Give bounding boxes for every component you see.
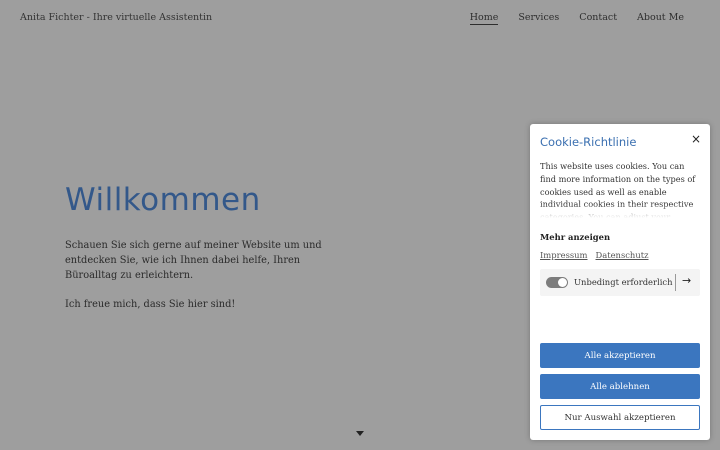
nav-services[interactable]: Services bbox=[518, 12, 559, 25]
toggle-knob bbox=[558, 278, 567, 287]
arrow-right-icon[interactable]: → bbox=[682, 274, 691, 287]
hero-welcome-text: Ich freue mich, dass Sie hier sind! bbox=[65, 299, 236, 310]
close-icon[interactable]: × bbox=[691, 132, 701, 146]
nav-about-me[interactable]: About Me bbox=[637, 12, 684, 25]
cookie-banner: Cookie-Richtlinie × This website uses co… bbox=[530, 124, 710, 440]
nav-home[interactable]: Home bbox=[469, 12, 499, 25]
cookie-title: Cookie-Richtlinie bbox=[540, 135, 637, 149]
category-label: Unbedingt erforderlich bbox=[574, 277, 673, 287]
reject-all-button[interactable]: Alle ablehnen bbox=[540, 374, 700, 399]
accept-all-button[interactable]: Alle akzeptieren bbox=[540, 343, 700, 368]
show-more-link[interactable]: Mehr anzeigen bbox=[540, 232, 610, 242]
cookie-category-necessary: Unbedingt erforderlich → bbox=[540, 269, 700, 296]
hero-section: Willkommen Schauen Sie sich gerne auf me… bbox=[65, 182, 345, 312]
hero-intro-text: Schauen Sie sich gerne auf meiner Websit… bbox=[65, 240, 322, 281]
text-fade bbox=[540, 204, 702, 218]
cookie-description-box: This website uses cookies. You can find … bbox=[540, 160, 702, 218]
necessary-toggle[interactable] bbox=[546, 277, 568, 288]
scroll-down-icon[interactable] bbox=[356, 431, 364, 436]
site-header: Anita Fichter - Ihre virtuelle Assistent… bbox=[0, 0, 720, 36]
accept-selection-button[interactable]: Nur Auswahl akzeptieren bbox=[540, 405, 700, 430]
hero-heading: Willkommen bbox=[65, 182, 261, 218]
impressum-link[interactable]: Impressum bbox=[540, 250, 588, 260]
main-nav: Home Services Contact About Me bbox=[469, 12, 684, 25]
divider bbox=[675, 274, 676, 291]
site-title[interactable]: Anita Fichter - Ihre virtuelle Assistent… bbox=[20, 12, 212, 23]
datenschutz-link[interactable]: Datenschutz bbox=[596, 250, 649, 260]
nav-contact[interactable]: Contact bbox=[579, 12, 617, 25]
cookie-legal-links: Impressum Datenschutz bbox=[540, 250, 649, 260]
